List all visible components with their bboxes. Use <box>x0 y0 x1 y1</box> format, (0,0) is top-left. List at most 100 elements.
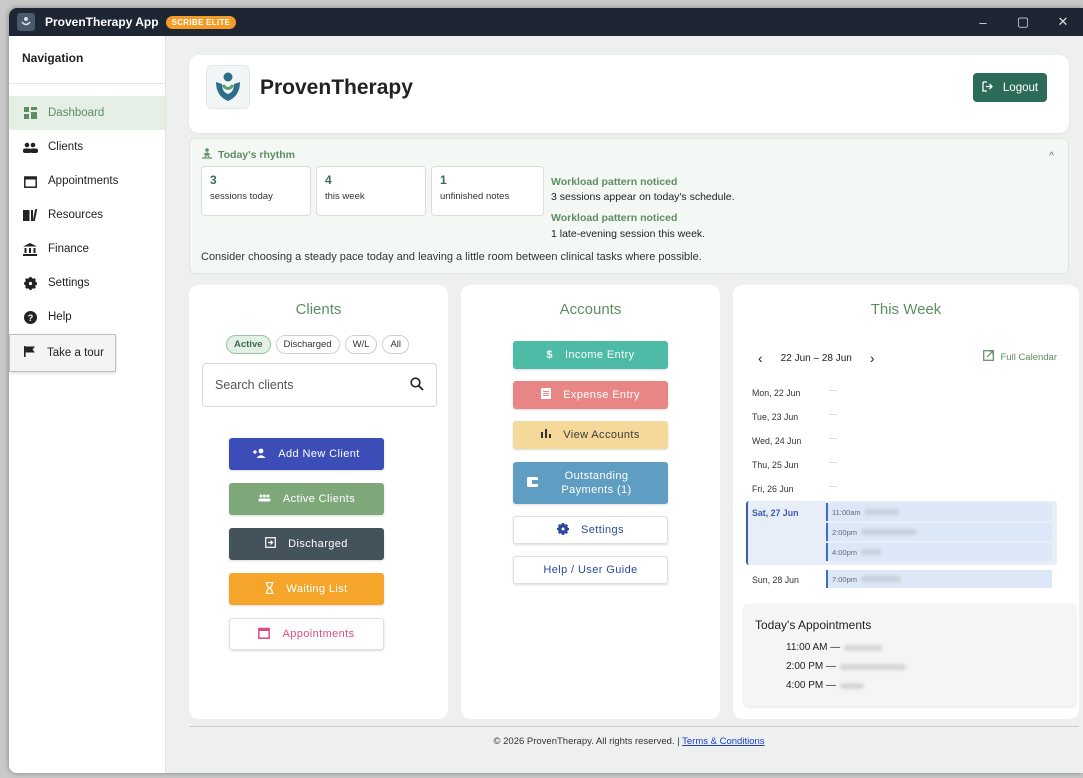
sidebar-item-label: Appointments <box>48 175 119 187</box>
clients-title: Clients <box>295 301 342 318</box>
sidebar-item-help[interactable]: ? Help <box>9 300 165 334</box>
sidebar-item-dashboard[interactable]: Dashboard <box>9 96 165 130</box>
calendar-appointment[interactable]: 2:00pm <box>826 523 1052 541</box>
sidebar-item-label: Settings <box>48 277 90 289</box>
empty-day-dash: — <box>829 434 837 443</box>
chevron-left-icon[interactable]: ‹ <box>758 350 763 366</box>
clients-panel: Clients Active Discharged W/L All Search… <box>189 285 448 719</box>
people-icon <box>22 140 38 154</box>
outstanding-label-line2: Payments (1) <box>561 484 632 496</box>
terms-link[interactable]: Terms & Conditions <box>682 736 764 747</box>
calendar-appointment[interactable]: 4:00pm <box>826 543 1052 561</box>
view-accounts-label: View Accounts <box>563 429 640 441</box>
income-entry-label: Income Entry <box>564 349 635 361</box>
take-tour-button[interactable]: Take a tour <box>9 334 116 372</box>
rhythm-panel: Today's rhythm ^ 3 sessions today 4 this… <box>189 138 1069 274</box>
view-accounts-button[interactable]: View Accounts <box>513 421 668 449</box>
sidebar-item-label: Dashboard <box>48 107 105 119</box>
redacted-client-name <box>864 509 899 515</box>
bank-icon <box>22 242 38 256</box>
sidebar-item-resources[interactable]: Resources <box>9 198 165 232</box>
full-calendar-link[interactable]: Full Calendar <box>982 350 1057 364</box>
today-appointment-time: 11:00 AM — <box>786 642 841 653</box>
appointment-time: 7:00pm <box>832 574 858 584</box>
gear-icon <box>22 276 38 290</box>
receipt-icon <box>541 388 552 402</box>
calendar-icon <box>22 174 38 188</box>
svg-text:?: ? <box>27 313 33 323</box>
redacted-client-name <box>840 682 865 689</box>
notice-heading: Workload pattern noticed <box>551 176 678 188</box>
appointments-button[interactable]: Appointments <box>229 618 384 650</box>
this-week-panel: This Week ‹ 22 Jun – 28 Jun › Full Calen… <box>733 285 1079 719</box>
stat-card: 1 unfinished notes <box>431 166 544 216</box>
day-label: Thu, 25 Jun <box>752 460 799 470</box>
today-appointment[interactable]: 2:00 PM — <box>786 661 907 672</box>
rhythm-advice: Consider choosing a steady pace today an… <box>201 251 702 263</box>
filter-waiting-list[interactable]: W/L <box>344 335 378 354</box>
footer-divider <box>189 726 1079 727</box>
sidebar-item-settings[interactable]: Settings <box>9 266 165 300</box>
discharged-button[interactable]: Discharged <box>229 528 384 560</box>
todays-appointments-box: Today's Appointments 11:00 AM — 2:00 PM … <box>744 604 1076 706</box>
maximize-icon[interactable]: ▢ <box>1003 8 1043 36</box>
sidebar-item-clients[interactable]: Clients <box>9 130 165 164</box>
redacted-client-name <box>844 644 883 651</box>
logout-button[interactable]: Logout <box>973 73 1047 102</box>
notice-text: 3 sessions appear on today's schedule. <box>551 191 735 203</box>
outstanding-label-line1: Outstanding <box>564 470 629 482</box>
minimize-icon[interactable]: – <box>963 8 1003 36</box>
sidebar-title: Navigation <box>9 36 165 84</box>
user-guide-label: Help / User Guide <box>543 564 638 576</box>
expense-entry-label: Expense Entry <box>563 389 640 401</box>
waiting-list-button[interactable]: Waiting List <box>229 573 384 605</box>
book-icon <box>22 208 38 222</box>
meditation-icon <box>201 148 213 162</box>
search-icon[interactable] <box>410 377 424 394</box>
add-new-client-label: Add New Client <box>278 448 360 460</box>
empty-day-dash: — <box>829 458 837 467</box>
waiting-list-label: Waiting List <box>286 583 348 595</box>
accounts-settings-button[interactable]: Settings <box>513 516 668 544</box>
footer: © 2026 ProvenTherapy. All rights reserve… <box>189 736 1069 747</box>
stat-value: 3 <box>210 173 217 187</box>
calendar-appointment[interactable]: 11:00am <box>826 503 1052 521</box>
filter-active[interactable]: Active <box>226 335 271 354</box>
this-week-title: This Week <box>870 301 942 318</box>
active-clients-button[interactable]: Active Clients <box>229 483 384 515</box>
add-user-icon <box>253 448 266 461</box>
week-range: 22 Jun – 28 Jun <box>780 352 852 364</box>
add-new-client-button[interactable]: Add New Client <box>229 438 384 470</box>
app-window: ProvenTherapy App SCRIBE ELITE – ▢ ✕ Nav… <box>9 8 1083 773</box>
today-appointment[interactable]: 11:00 AM — <box>786 642 883 653</box>
bar-chart-icon <box>541 429 552 441</box>
day-label: Sun, 28 Jun <box>752 575 799 585</box>
outstanding-payments-button[interactable]: Outstanding Payments (1) <box>513 462 668 504</box>
user-guide-button[interactable]: Help / User Guide <box>513 556 668 584</box>
title-bar: ProvenTherapy App SCRIBE ELITE – ▢ ✕ <box>9 8 1083 36</box>
empty-day-dash: — <box>829 410 837 419</box>
sidebar-item-appointments[interactable]: Appointments <box>9 164 165 198</box>
collapse-chevron-icon[interactable]: ^ <box>1049 151 1054 162</box>
expense-entry-button[interactable]: Expense Entry <box>513 381 668 409</box>
calendar-appointment[interactable]: 7:00pm <box>826 570 1052 588</box>
chevron-right-icon[interactable]: › <box>870 350 875 366</box>
redacted-client-name <box>861 529 918 535</box>
rhythm-title[interactable]: Today's rhythm <box>201 148 295 162</box>
close-icon[interactable]: ✕ <box>1043 8 1083 36</box>
today-appointment[interactable]: 4:00 PM — <box>786 680 865 691</box>
day-label: Tue, 23 Jun <box>752 412 799 422</box>
stat-value: 4 <box>325 173 332 187</box>
app-title: ProvenTherapy App <box>45 15 159 29</box>
app-logo-icon <box>17 13 35 31</box>
filter-discharged[interactable]: Discharged <box>275 335 340 354</box>
appointment-time: 11:00am <box>832 507 861 517</box>
search-placeholder: Search clients <box>215 378 294 392</box>
sidebar-item-finance[interactable]: Finance <box>9 232 165 266</box>
search-input[interactable]: Search clients <box>202 363 437 407</box>
income-entry-button[interactable]: $ Income Entry <box>513 341 668 369</box>
filter-all[interactable]: All <box>382 335 410 354</box>
todays-appointments-title: Today's Appointments <box>755 618 872 632</box>
group-icon <box>258 493 271 505</box>
copyright-text: © 2026 ProvenTherapy. All rights reserve… <box>493 736 680 747</box>
